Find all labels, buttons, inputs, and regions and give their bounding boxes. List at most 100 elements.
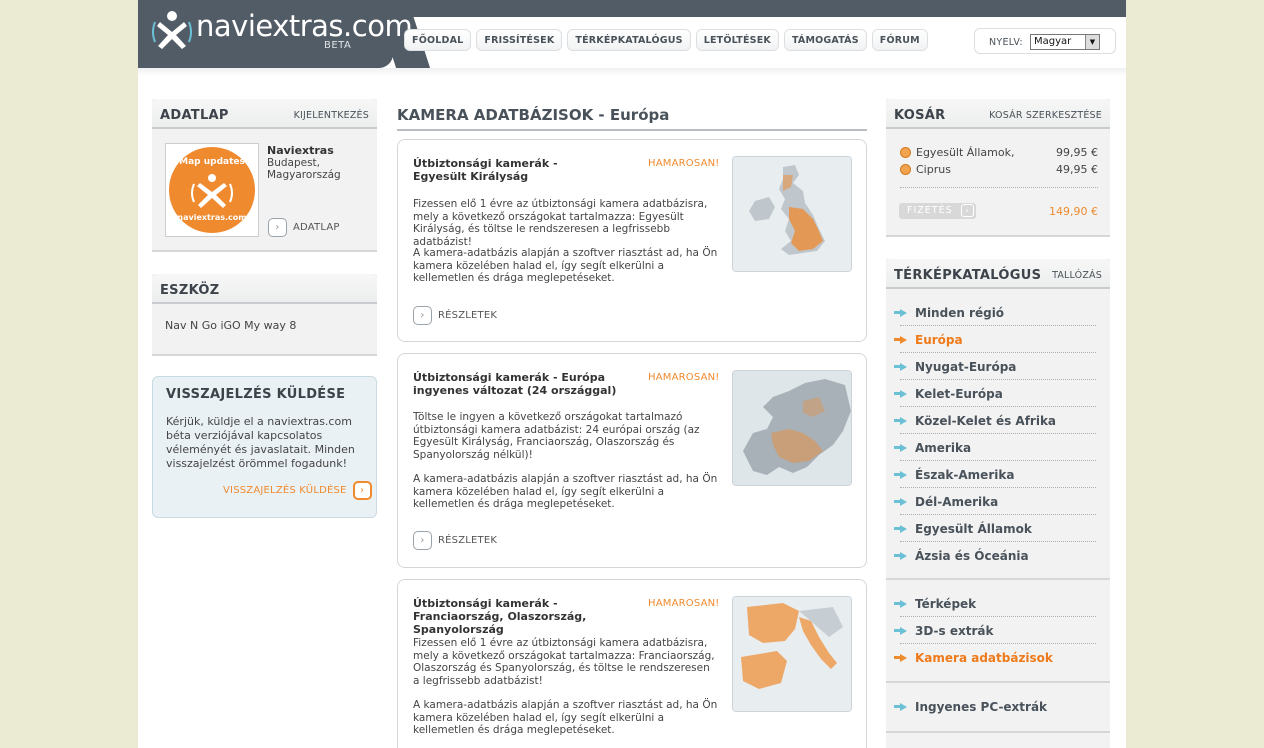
arrow-right-icon bbox=[894, 389, 907, 398]
product-description-2: A kamera-adatbázis alapján a szoftver ri… bbox=[413, 473, 718, 511]
language-value: Magyar bbox=[1034, 36, 1072, 47]
header: naviextras.com BETA FŐOLDAL FRISSÍTÉSEK … bbox=[138, 0, 1126, 76]
region-item-south-america[interactable]: Dél-Amerika bbox=[894, 488, 1096, 515]
type-item-camera-databases[interactable]: Kamera adatbázisok bbox=[894, 644, 1096, 671]
chevron-right-icon[interactable]: › bbox=[413, 306, 432, 325]
feedback-text: Kérjük, küldje el a naviextras.com béta … bbox=[166, 415, 355, 470]
region-label: Észak-Amerika bbox=[915, 467, 1015, 482]
dropdown-arrow-icon[interactable]: ▼ bbox=[1085, 35, 1099, 49]
feedback-box: VISSZAJELZÉS KÜLDÉSE Kérjük, küldje el a… bbox=[152, 376, 377, 518]
product-title[interactable]: Útbiztonsági kamerák - Egyesült Királysá… bbox=[413, 157, 613, 183]
chevron-right-icon[interactable]: › bbox=[413, 531, 432, 550]
profile-city: Budapest, bbox=[267, 157, 321, 169]
status-badge: HAMAROSAN! bbox=[648, 158, 720, 169]
profile-name: Naviextras bbox=[267, 144, 334, 157]
logo-text: naviextras.com bbox=[196, 9, 413, 43]
arrow-right-icon bbox=[894, 653, 907, 662]
nav-tab-home[interactable]: FŐOLDAL bbox=[404, 29, 472, 51]
cart-box: KOSÁR KOSÁR SZERKESZTÉSE Egyesült Államo… bbox=[886, 99, 1110, 237]
type-label: 3D-s extrák bbox=[915, 623, 994, 638]
region-item-united-states[interactable]: Egyesült Államok bbox=[894, 515, 1096, 542]
feedback-link-label: VISSZAJELZÉS KÜLDÉSE bbox=[223, 485, 347, 496]
region-label: Nyugat-Európa bbox=[915, 359, 1017, 374]
product-description: Fizessen elő 1 évre az útbiztonsági kame… bbox=[413, 198, 708, 248]
cart-item-bullet-icon bbox=[900, 147, 911, 158]
nav-tab-support[interactable]: TÁMOGATÁS bbox=[783, 29, 867, 51]
region-item-all[interactable]: Minden régió bbox=[894, 299, 1096, 326]
device-value: Nav N Go iGO My way 8 bbox=[165, 319, 297, 332]
status-badge: HAMAROSAN! bbox=[648, 372, 720, 383]
profile-box: ADATLAP KIJELENTKEZÉS Map updates naviex… bbox=[152, 99, 377, 252]
arrow-right-icon bbox=[894, 470, 907, 479]
uk-map-image bbox=[732, 156, 852, 272]
region-label: Dél-Amerika bbox=[915, 494, 999, 509]
region-item-middle-east-africa[interactable]: Közel-Kelet és Afrika bbox=[894, 407, 1096, 434]
region-item-asia-oceania[interactable]: Ázsia és Óceánia bbox=[894, 542, 1096, 569]
cart-box-header: KOSÁR KOSÁR SZERKESZTÉSE bbox=[886, 99, 1110, 129]
type-item-maps[interactable]: Térképek bbox=[894, 590, 1096, 617]
region-item-europe[interactable]: Európa bbox=[894, 326, 1096, 353]
region-item-north-america[interactable]: Észak-Amerika bbox=[894, 461, 1096, 488]
section-separator bbox=[886, 681, 1110, 683]
arrow-right-icon bbox=[894, 416, 907, 425]
language-select[interactable]: Magyar ▼ bbox=[1030, 34, 1100, 50]
uk-map-icon bbox=[733, 157, 851, 271]
section-separator bbox=[886, 731, 1110, 733]
product-title[interactable]: Útbiztonsági kamerák - Franciaország, Ol… bbox=[413, 597, 638, 636]
extras-label: Ingyenes PC-extrák bbox=[915, 699, 1048, 714]
region-item-america[interactable]: Amerika bbox=[894, 434, 1096, 461]
cart-item-price: 99,95 € bbox=[1056, 146, 1098, 159]
cart-title: KOSÁR bbox=[894, 108, 946, 123]
product-card: Útbiztonsági kamerák - Franciaország, Ol… bbox=[397, 579, 867, 748]
region-item-western-europe[interactable]: Nyugat-Európa bbox=[894, 353, 1096, 380]
main-nav: FŐOLDAL FRISSÍTÉSEK TÉRKÉPKATALÓGUS LETÖ… bbox=[404, 29, 928, 51]
cart-item-name[interactable]: Ciprus bbox=[916, 163, 951, 176]
details-link[interactable]: › RÉSZLETEK bbox=[413, 531, 497, 550]
pay-button[interactable]: FIZETÉS › bbox=[899, 203, 976, 219]
profile-country: Magyarország bbox=[267, 169, 341, 181]
catalog-browse-link[interactable]: TALLÓZÁS bbox=[1052, 270, 1102, 281]
avatar-text-top: Map updates bbox=[179, 157, 245, 167]
region-label: Kelet-Európa bbox=[915, 386, 1003, 401]
type-item-3d-extras[interactable]: 3D-s extrák bbox=[894, 617, 1096, 644]
avatar: Map updates naviextras.com bbox=[165, 143, 259, 237]
extras-item-free-pc[interactable]: Ingyenes PC-extrák bbox=[894, 693, 1096, 720]
arrow-right-icon bbox=[894, 626, 907, 635]
product-title[interactable]: Útbiztonsági kamerák - Európa ingyenes v… bbox=[413, 371, 623, 397]
type-label: Térképek bbox=[915, 596, 977, 611]
region-item-eastern-europe[interactable]: Kelet-Európa bbox=[894, 380, 1096, 407]
cart-item: Ciprus 49,95 € bbox=[900, 163, 1098, 176]
product-description-2: A kamera-adatbázis alapján a szoftver ri… bbox=[413, 699, 718, 737]
chevron-right-icon[interactable]: › bbox=[352, 481, 372, 500]
cart-item-name[interactable]: Egyesült Államok, bbox=[916, 146, 1014, 159]
catalog-box: TÉRKÉPKATALÓGUS TALLÓZÁS Minden régió Eu… bbox=[886, 259, 1110, 748]
nav-tab-map-catalog[interactable]: TÉRKÉPKATALÓGUS bbox=[567, 29, 691, 51]
cart-edit-link[interactable]: KOSÁR SZERKESZTÉSE bbox=[989, 110, 1102, 121]
nav-tab-downloads[interactable]: LETÖLTÉSEK bbox=[695, 29, 779, 51]
europe-map-image bbox=[732, 370, 852, 486]
arrow-right-icon bbox=[894, 308, 907, 317]
profile-title: ADATLAP bbox=[160, 108, 229, 123]
france-italy-spain-map-icon bbox=[733, 597, 851, 711]
map-updates-logo: Map updates naviextras.com bbox=[169, 147, 255, 233]
arrow-right-icon bbox=[894, 551, 907, 560]
chevron-right-icon[interactable]: › bbox=[268, 218, 287, 237]
france-italy-spain-map-image bbox=[732, 596, 852, 712]
language-selector: NYELV: Magyar ▼ bbox=[974, 28, 1116, 54]
feedback-title: VISSZAJELZÉS KÜLDÉSE bbox=[166, 387, 346, 402]
logout-link[interactable]: KIJELENTKEZÉS bbox=[294, 110, 369, 121]
nav-tab-updates[interactable]: FRISSÍTÉSEK bbox=[476, 29, 563, 51]
nav-tab-forum[interactable]: FÓRUM bbox=[871, 29, 928, 51]
cart-total: 149,90 € bbox=[1049, 205, 1098, 218]
language-label: NYELV: bbox=[989, 37, 1023, 48]
details-label: RÉSZLETEK bbox=[438, 535, 498, 546]
logo[interactable]: naviextras.com BETA bbox=[138, 0, 413, 68]
details-link[interactable]: › RÉSZLETEK bbox=[413, 306, 497, 325]
chevron-right-icon: › bbox=[961, 204, 974, 217]
type-label: Kamera adatbázisok bbox=[915, 650, 1053, 665]
profile-link[interactable]: › ADATLAP bbox=[268, 218, 340, 237]
feedback-link[interactable]: VISSZAJELZÉS KÜLDÉSE › bbox=[223, 481, 372, 500]
section-separator bbox=[886, 578, 1110, 580]
arrow-right-icon bbox=[894, 362, 907, 371]
status-badge: HAMAROSAN! bbox=[648, 598, 720, 609]
